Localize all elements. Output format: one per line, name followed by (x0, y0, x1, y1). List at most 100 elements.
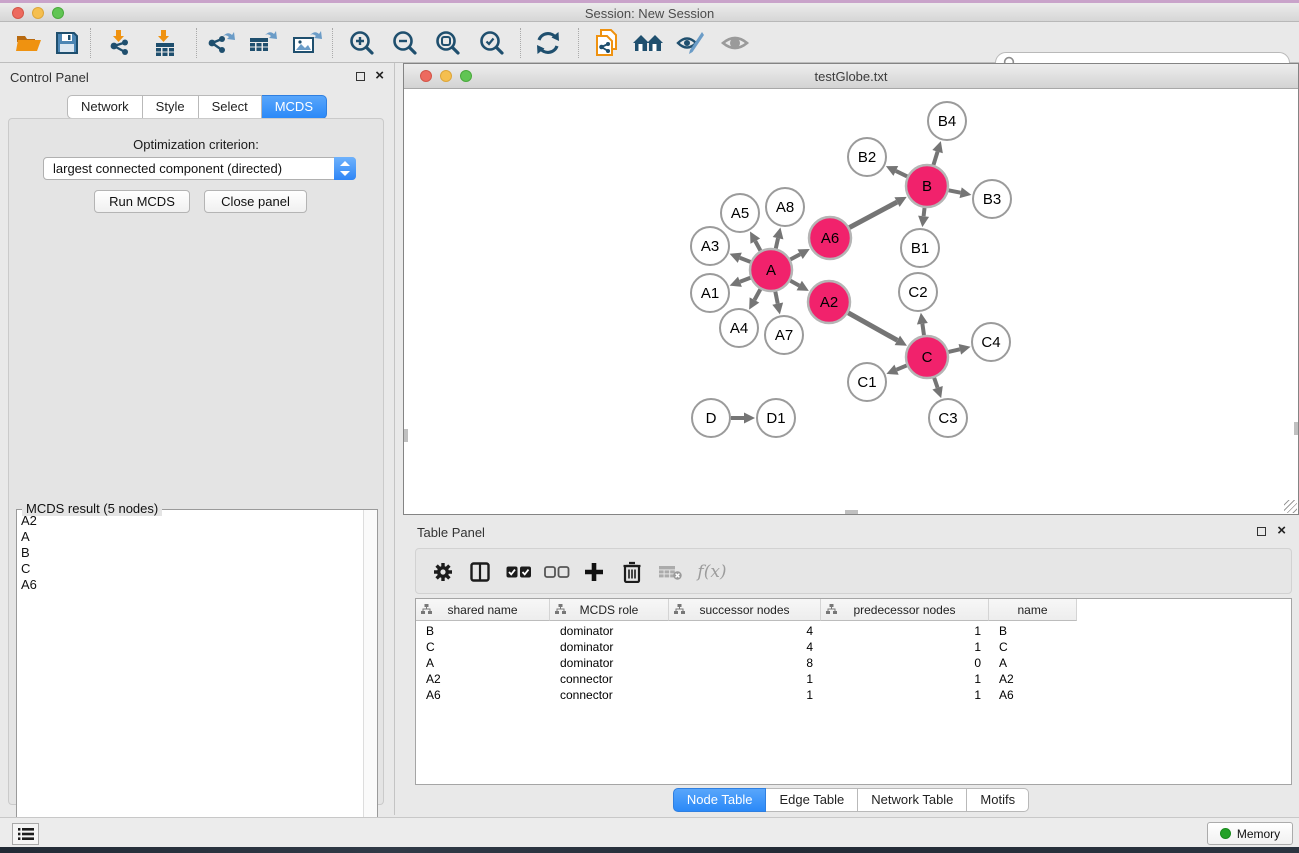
table-cell[interactable]: 4 (669, 623, 821, 639)
zoom-selected-icon[interactable] (475, 27, 509, 59)
mcds-list-scrollbar[interactable] (363, 510, 377, 849)
export-network-icon[interactable] (203, 27, 237, 59)
resize-grip-icon[interactable] (1284, 500, 1297, 513)
table-cell[interactable]: C (416, 639, 550, 655)
mcds-result-item[interactable]: A6 (17, 577, 363, 593)
tab-network[interactable]: Network (67, 95, 143, 119)
memory-button[interactable]: Memory (1207, 822, 1293, 845)
edge-A-A7[interactable] (775, 292, 777, 304)
table-cell[interactable]: A2 (989, 671, 1077, 687)
table-cell[interactable]: 1 (821, 623, 989, 639)
import-network-icon[interactable] (103, 27, 137, 59)
network-window-titlebar[interactable]: testGlobe.txt (404, 64, 1298, 89)
eye-icon[interactable] (718, 27, 752, 59)
mcds-result-list[interactable]: A2ABCA6 (17, 513, 363, 849)
tab-node-table[interactable]: Node Table (673, 788, 767, 812)
column-header-MCDS-role[interactable]: MCDS role (550, 599, 669, 621)
table-float-panel-icon[interactable] (1257, 527, 1266, 536)
float-panel-icon[interactable] (356, 72, 365, 81)
edge-A-A5[interactable] (755, 241, 760, 251)
mcds-result-item[interactable]: B (17, 545, 363, 561)
save-session-icon[interactable] (50, 27, 84, 59)
edge-A-A2[interactable] (790, 281, 799, 286)
table-cell[interactable]: A6 (989, 687, 1077, 703)
table-cell[interactable]: 1 (821, 687, 989, 703)
deselect-all-icon[interactable] (542, 556, 572, 588)
toggle-column-pane-icon[interactable] (466, 556, 494, 588)
mcds-result-item[interactable]: A (17, 529, 363, 545)
home-view-icon[interactable] (631, 27, 665, 59)
edge-B-B4[interactable] (933, 152, 937, 165)
column-header-shared-name[interactable]: shared name (416, 599, 550, 621)
network-graph[interactable]: B4B2BB3A8A5A6A3B1AA1C2A2A4A7C4CC1C3DD1 (404, 89, 1298, 514)
function-builder-icon[interactable]: f(x) (694, 556, 730, 588)
table-cell[interactable]: A2 (416, 671, 550, 687)
table-row[interactable]: Cdominator41C (416, 639, 1077, 655)
table-cell[interactable]: dominator (550, 639, 669, 655)
column-header-successor-nodes[interactable]: successor nodes (669, 599, 821, 621)
table-cell[interactable]: 4 (669, 639, 821, 655)
table-cell[interactable]: A6 (416, 687, 550, 703)
delete-table-icon[interactable] (655, 556, 685, 588)
edge-C-C4[interactable] (948, 349, 959, 352)
tab-style[interactable]: Style (143, 95, 199, 119)
zoom-out-icon[interactable] (388, 27, 422, 59)
zoom-in-icon[interactable] (345, 27, 379, 59)
table-row[interactable]: A2connector11A2 (416, 671, 1077, 687)
node-table[interactable]: shared nameMCDS rolesuccessor nodesprede… (415, 598, 1292, 785)
tab-motifs[interactable]: Motifs (967, 788, 1029, 812)
tab-network-table[interactable]: Network Table (858, 788, 967, 812)
tab-edge-table[interactable]: Edge Table (766, 788, 858, 812)
edge-B-B1[interactable] (924, 208, 925, 216)
mcds-result-item[interactable]: C (17, 561, 363, 577)
column-header-predecessor-nodes[interactable]: predecessor nodes (821, 599, 989, 621)
table-cell[interactable]: C (989, 639, 1077, 655)
open-session-icon[interactable] (12, 27, 46, 59)
table-cell[interactable]: B (416, 623, 550, 639)
table-cell[interactable]: dominator (550, 655, 669, 671)
horizontal-scroll-nub[interactable] (845, 510, 858, 514)
export-table-icon[interactable] (245, 27, 279, 59)
table-cell[interactable]: A (416, 655, 550, 671)
edge-B-B2[interactable] (896, 171, 907, 177)
edge-A-A1[interactable] (740, 278, 750, 282)
table-cell[interactable]: 1 (821, 671, 989, 687)
close-panel-icon[interactable]: × (375, 67, 384, 85)
edge-A-A8[interactable] (776, 238, 778, 248)
table-settings-icon[interactable] (429, 556, 457, 588)
task-history-button[interactable] (12, 823, 39, 845)
column-header-name[interactable]: name (989, 599, 1077, 621)
table-cell[interactable]: 1 (821, 639, 989, 655)
edge-A-A3[interactable] (740, 258, 751, 262)
tab-select[interactable]: Select (199, 95, 262, 119)
close-panel-button[interactable]: Close panel (204, 190, 307, 213)
edge-A-A4[interactable] (754, 289, 760, 300)
vertical-scroll-nub-left[interactable] (404, 429, 408, 442)
network-canvas[interactable]: B4B2BB3A8A5A6A3B1AA1C2A2A4A7C4CC1C3DD1 (404, 89, 1298, 514)
table-cell[interactable]: dominator (550, 623, 669, 639)
zoom-fit-icon[interactable] (431, 27, 465, 59)
table-cell[interactable]: B (989, 623, 1077, 639)
edge-C-C2[interactable] (922, 324, 924, 336)
table-cell[interactable]: connector (550, 671, 669, 687)
toggle-graphics-details-icon[interactable] (674, 27, 708, 59)
mcds-result-item[interactable]: A2 (17, 513, 363, 529)
refresh-view-icon[interactable] (531, 27, 565, 59)
edge-C-C3[interactable] (934, 378, 937, 388)
table-row[interactable]: Adominator80A (416, 655, 1077, 671)
table-row[interactable]: A6connector11A6 (416, 687, 1077, 703)
edge-A2-C[interactable] (848, 313, 897, 341)
table-close-panel-icon[interactable]: × (1277, 522, 1286, 540)
delete-column-icon[interactable] (618, 556, 646, 588)
copy-network-icon[interactable] (590, 27, 624, 59)
table-row[interactable]: Bdominator41B (416, 623, 1077, 639)
export-image-icon[interactable] (290, 27, 324, 59)
select-all-icon[interactable] (504, 556, 534, 588)
create-column-icon[interactable] (579, 556, 609, 588)
table-cell[interactable]: connector (550, 687, 669, 703)
edge-A-A6[interactable] (790, 254, 800, 259)
edge-B-B3[interactable] (949, 190, 961, 192)
vertical-scroll-nub-right[interactable] (1294, 422, 1298, 435)
import-table-icon[interactable] (148, 27, 182, 59)
table-cell[interactable]: A (989, 655, 1077, 671)
